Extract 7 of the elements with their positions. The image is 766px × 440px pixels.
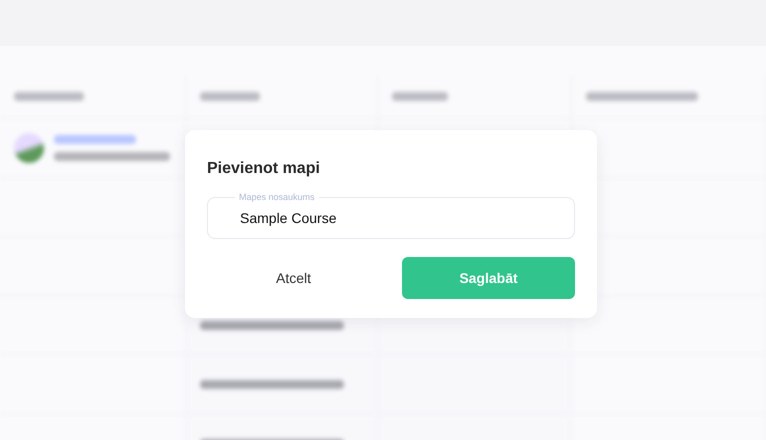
blurred-text bbox=[200, 92, 260, 101]
field-label: Mapes nosaukums bbox=[235, 192, 319, 202]
avatar-icon bbox=[14, 133, 44, 163]
cancel-button[interactable]: Atcelt bbox=[207, 257, 380, 299]
blurred-text bbox=[14, 92, 84, 101]
dialog-title: Pievienot mapi bbox=[207, 160, 320, 178]
blurred-text bbox=[392, 92, 448, 101]
